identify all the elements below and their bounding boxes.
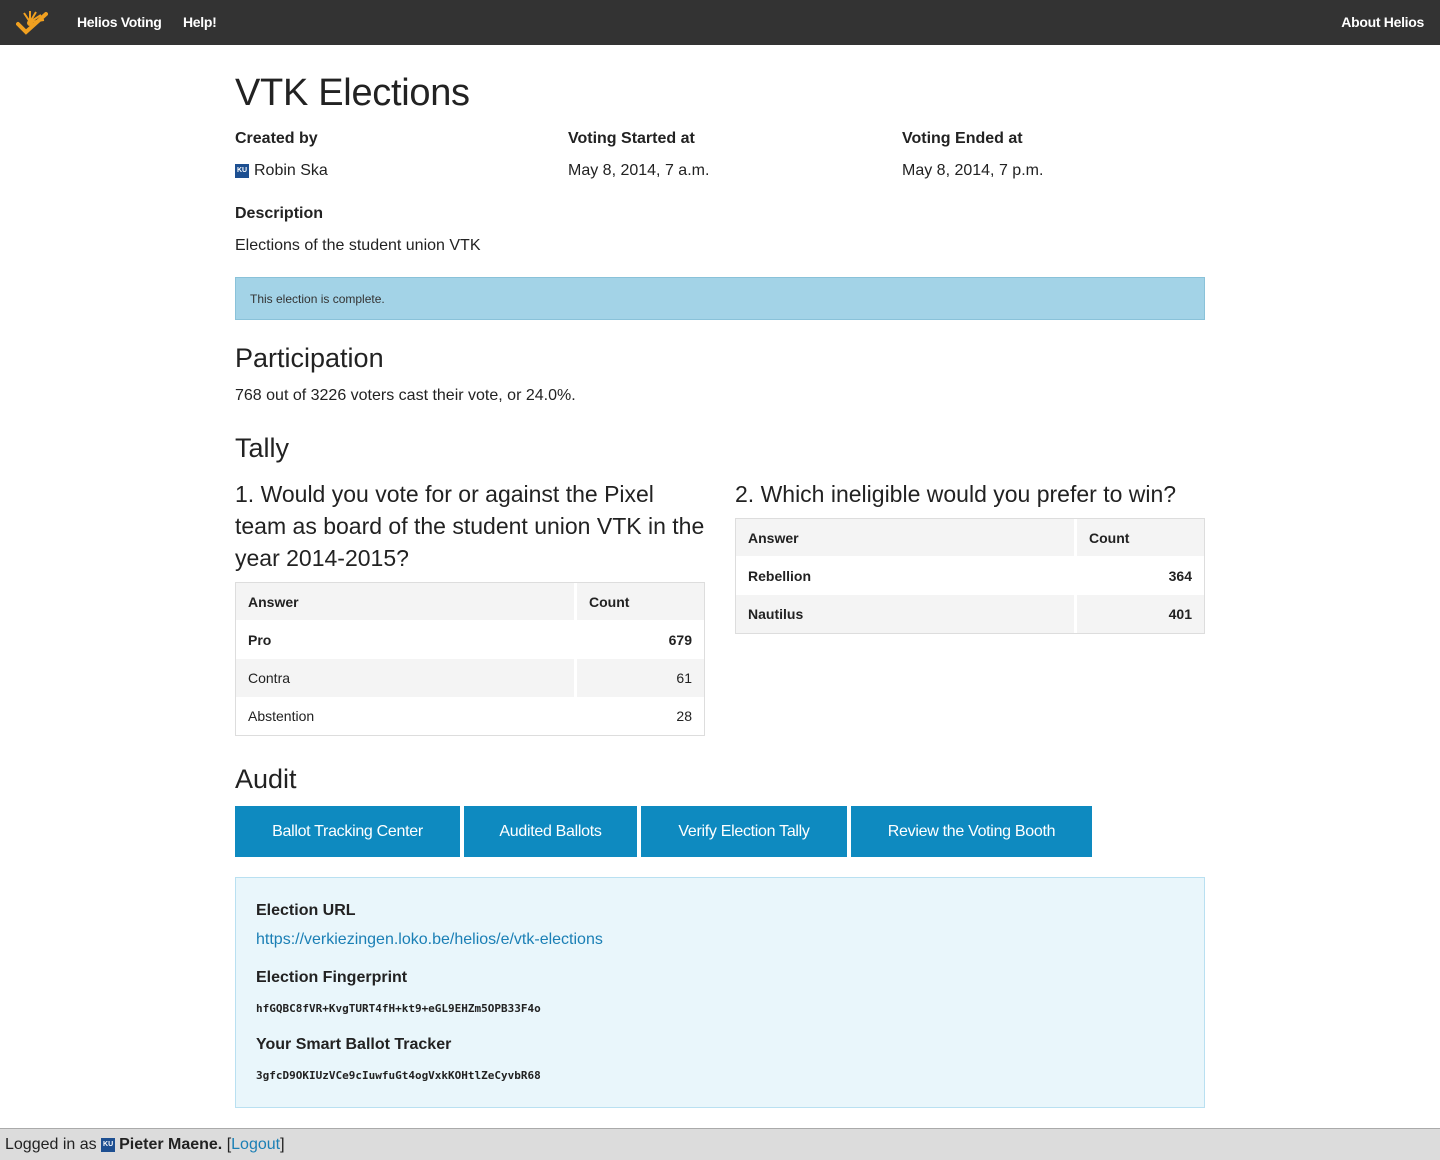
- nav-help[interactable]: Help!: [183, 14, 217, 30]
- answer-header: Answer: [236, 583, 574, 621]
- ballot-tracking-center-button[interactable]: Ballot Tracking Center: [235, 806, 460, 857]
- voting-ended-label: Voting Ended at: [902, 130, 1023, 147]
- election-url-label: Election URL: [256, 902, 356, 919]
- description-block: Description Elections of the student uni…: [235, 205, 480, 258]
- count-header: Count: [1074, 519, 1204, 557]
- audit-info-box: Election URL https://verkiezingen.loko.b…: [235, 877, 1205, 1108]
- audit-button-row: Ballot Tracking Center Audited Ballots V…: [235, 806, 1096, 857]
- ballot-tracker-label: Your Smart Ballot Tracker: [256, 1036, 452, 1053]
- logged-in-prefix: Logged in as: [5, 1135, 97, 1153]
- count-cell: 679: [574, 621, 704, 659]
- answer-cell: Rebellion: [748, 568, 812, 584]
- answer-cell: Contra: [236, 659, 574, 697]
- table-row: Rebellion 364: [736, 557, 1204, 595]
- count-header: Count: [574, 583, 704, 621]
- answer-header: Answer: [736, 519, 1074, 557]
- question-2-table: Answer Count Rebellion 364 Nautilus 401: [735, 518, 1205, 634]
- verify-election-tally-button[interactable]: Verify Election Tally: [641, 806, 847, 857]
- audited-ballots-button[interactable]: Audited Ballots: [464, 806, 637, 857]
- count-cell: 401: [1074, 595, 1204, 633]
- creator-name: Robin Ska: [254, 162, 328, 179]
- description-text: Elections of the student union VTK: [235, 237, 481, 254]
- nav-about-helios[interactable]: About Helios: [1341, 14, 1424, 30]
- logout-link[interactable]: Logout: [231, 1136, 280, 1154]
- table-row: Contra 61: [236, 659, 704, 697]
- created-by-label: Created by: [235, 130, 318, 147]
- created-by-block: Created by KU Robin Ska: [235, 130, 328, 183]
- participation-text: 768 out of 3226 voters cast their vote, …: [235, 387, 576, 404]
- count-cell: 28: [574, 697, 704, 735]
- voting-started-value: May 8, 2014, 7 a.m.: [568, 162, 710, 179]
- created-by-value: KU Robin Ska: [235, 159, 328, 183]
- count-cell: 364: [1074, 557, 1204, 595]
- status-alert: This election is complete.: [235, 277, 1205, 320]
- ku-badge-icon: KU: [101, 1137, 116, 1152]
- page-title: VTK Elections: [235, 72, 470, 114]
- voting-ended-block: Voting Ended at May 8, 2014, 7 p.m.: [902, 130, 1043, 183]
- ballot-tracker-value: 3gfcD9OKIUzVCe9cIuwfuGt4ogVxkKOHtlZeCyvb…: [256, 1069, 541, 1082]
- audit-heading: Audit: [235, 764, 297, 794]
- answer-cell: Nautilus: [736, 595, 1074, 633]
- answer-cell: Abstention: [248, 708, 315, 724]
- question-2-title: 2. Which ineligible would you prefer to …: [735, 481, 1177, 507]
- table-row: Pro 679: [236, 621, 704, 659]
- tally-heading: Tally: [235, 433, 290, 463]
- review-voting-booth-button[interactable]: Review the Voting Booth: [851, 806, 1092, 857]
- logged-in-user: Pieter Maene.: [119, 1135, 223, 1153]
- table-row: Nautilus 401: [736, 595, 1204, 633]
- count-cell: 61: [574, 659, 704, 697]
- table-row: Abstention 28: [236, 697, 704, 735]
- voting-started-label: Voting Started at: [568, 130, 695, 147]
- question-1-title: 1. Would you vote for or against the Pix…: [235, 481, 705, 571]
- voting-started-block: Voting Started at May 8, 2014, 7 a.m.: [568, 130, 709, 183]
- participation-heading: Participation: [235, 343, 384, 373]
- nav-helios-voting[interactable]: Helios Voting: [77, 14, 162, 30]
- voting-ended-value: May 8, 2014, 7 p.m.: [902, 162, 1044, 179]
- election-fingerprint-label: Election Fingerprint: [256, 969, 408, 986]
- election-fingerprint-value: hfGQBC8fVR+KvgTURT4fH+kt9+eGL9EHZm5OPB33…: [256, 1002, 541, 1015]
- question-1-table: Answer Count Pro 679 Contra 61 Abstentio…: [235, 582, 705, 736]
- top-navbar: Helios Voting Help! About Helios: [0, 0, 1440, 45]
- login-footer: Logged in as KU Pieter Maene. [Logout]: [0, 1128, 1440, 1160]
- description-label: Description: [235, 205, 324, 222]
- helios-logo-icon[interactable]: [16, 8, 48, 36]
- answer-cell: Pro: [248, 632, 272, 648]
- election-url-link[interactable]: https://verkiezingen.loko.be/helios/e/vt…: [256, 931, 603, 949]
- ku-badge-icon: KU: [235, 164, 249, 178]
